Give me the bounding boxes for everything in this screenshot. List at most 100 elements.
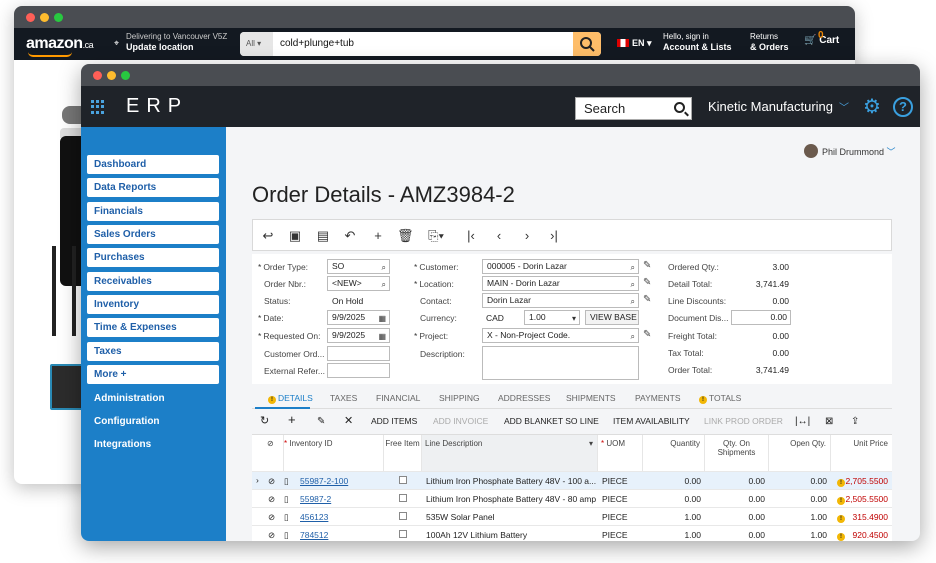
refresh-icon[interactable]: ↻	[260, 414, 269, 427]
tab-details[interactable]: ! DETAILS	[268, 393, 313, 404]
order-type-field[interactable]: SO ⌕	[327, 259, 390, 274]
search-icon[interactable]: ⌕	[382, 261, 386, 273]
tab-shipments[interactable]: SHIPMENTS	[566, 393, 616, 403]
save-icon[interactable]: ▤	[315, 228, 331, 244]
minimize-window-button[interactable]	[107, 71, 116, 80]
previous-record-icon[interactable]: ‹	[491, 228, 507, 244]
delete-icon[interactable]: 🗑	[397, 228, 414, 244]
edit-icon[interactable]: ✎	[643, 294, 651, 305]
tab-taxes[interactable]: TAXES	[330, 393, 357, 403]
add-items-button[interactable]: ADD ITEMS	[371, 416, 417, 426]
add-invoice-button[interactable]: ADD INVOICE	[433, 416, 488, 426]
table-row[interactable]: › ⊘ ▯ 55987-2-100 Lithium Iron Phosphate…	[252, 471, 892, 489]
location-field[interactable]: MAIN - Dorin Lazar ⌕	[482, 276, 639, 291]
view-base-button[interactable]: VIEW BASE	[585, 310, 639, 325]
nav-integrations[interactable]: Integrations	[94, 439, 151, 450]
nav-purchases[interactable]: Purchases	[87, 248, 219, 267]
maximize-window-button[interactable]	[121, 71, 130, 80]
delete-row-icon[interactable]: ✕	[344, 414, 353, 427]
nav-receivables[interactable]: Receivables	[87, 272, 219, 291]
attachment-icon[interactable]: ⊘	[268, 530, 275, 541]
search-icon[interactable]: ⌕	[631, 278, 635, 290]
add-icon[interactable]: +	[370, 228, 386, 244]
column-unit-price[interactable]: Unit Price	[831, 435, 892, 471]
search-icon[interactable]: ⌕	[631, 330, 635, 342]
fit-columns-icon[interactable]: |↔|	[795, 416, 810, 427]
column-line-description[interactable]: Line Description ▾	[422, 435, 598, 471]
inventory-id-link[interactable]: 456123	[300, 512, 328, 522]
table-row[interactable]: ⊘ ▯ 55987-2 Lithium Iron Phosphate Batte…	[252, 489, 892, 507]
contact-field[interactable]: Dorin Lazar ⌕	[482, 293, 639, 308]
language-selector[interactable]: EN ▾	[617, 38, 652, 49]
project-field[interactable]: X - Non-Project Code. ⌕	[482, 328, 639, 343]
date-field[interactable]: 9/9/2025 ▦	[327, 310, 390, 325]
attachment-icon[interactable]: ⊘	[268, 494, 275, 505]
requested-on-field[interactable]: 9/9/2025 ▦	[327, 328, 390, 343]
undo-icon[interactable]: ↶	[342, 228, 358, 244]
edit-icon[interactable]: ✎	[643, 329, 651, 340]
order-nbr-field[interactable]: <NEW> ⌕	[327, 276, 390, 291]
account-menu[interactable]: Hello, sign in Account & Lists	[663, 32, 732, 53]
erp-logo[interactable]: ERP	[126, 95, 188, 118]
edit-icon[interactable]: ✎	[643, 260, 651, 271]
free-item-checkbox[interactable]	[399, 476, 407, 484]
add-row-icon[interactable]: +	[288, 412, 296, 427]
close-window-button[interactable]	[93, 71, 102, 80]
next-record-icon[interactable]: ›	[519, 228, 535, 244]
attachment-icon[interactable]: ⊘	[268, 476, 275, 487]
nav-time-expenses[interactable]: Time & Expenses	[87, 318, 219, 337]
tab-financial[interactable]: FINANCIAL	[376, 393, 420, 403]
user-menu[interactable]: Phil Drummond ﹀	[804, 144, 896, 158]
column-free-item[interactable]: Free Item	[384, 435, 422, 471]
company-selector[interactable]: Kinetic Manufacturing ﹀	[708, 99, 849, 114]
add-blanket-so-line-button[interactable]: ADD BLANKET SO LINE	[504, 416, 599, 426]
note-icon[interactable]: ▯	[284, 494, 289, 505]
nav-data-reports[interactable]: Data Reports	[87, 178, 219, 197]
nav-inventory[interactable]: Inventory	[87, 295, 219, 314]
erp-search-input[interactable]: Search	[575, 97, 692, 120]
description-textarea[interactable]	[482, 346, 639, 380]
column-qty-on-shipments[interactable]: Qty. On Shipments	[705, 435, 769, 471]
update-location-link[interactable]: Update location	[126, 42, 194, 52]
note-icon[interactable]: ▯	[284, 476, 289, 487]
column-open-qty[interactable]: Open Qty.	[769, 435, 831, 471]
tab-addresses[interactable]: ADDRESSES	[498, 393, 550, 403]
calendar-icon[interactable]: ▦	[378, 330, 386, 342]
inventory-id-link[interactable]: 55987-2	[300, 494, 331, 504]
search-button[interactable]	[573, 32, 601, 56]
inventory-id-link[interactable]: 784512	[300, 530, 328, 540]
tab-shipping[interactable]: SHIPPING	[439, 393, 480, 403]
amazon-search-bar[interactable]: All ▾ cold+plunge+tub	[240, 32, 601, 56]
customer-field[interactable]: 000005 - Dorin Lazar ⌕	[482, 259, 639, 274]
external-ref-field[interactable]	[327, 363, 390, 378]
customer-order-field[interactable]	[327, 346, 390, 361]
nav-administration[interactable]: Administration	[94, 393, 165, 404]
free-item-checkbox[interactable]	[399, 512, 407, 520]
search-icon[interactable]: ⌕	[382, 278, 386, 290]
column-inventory-id[interactable]: * Inventory ID	[284, 435, 384, 471]
back-icon[interactable]: ↩	[260, 228, 276, 244]
column-uom[interactable]: * UOM	[598, 435, 643, 471]
edit-icon[interactable]: ✎	[643, 277, 651, 288]
tab-payments[interactable]: PAYMENTS	[635, 393, 681, 403]
expand-row-icon[interactable]: ›	[256, 475, 259, 485]
nav-financials[interactable]: Financials	[87, 202, 219, 221]
currency-rate-field[interactable]: 1.00 ▾	[524, 310, 580, 325]
first-record-icon[interactable]: |‹	[463, 228, 479, 244]
nav-more[interactable]: More +	[87, 365, 219, 384]
column-quantity[interactable]: Quantity	[643, 435, 705, 471]
search-icon[interactable]: ⌕	[631, 261, 635, 273]
gear-icon[interactable]: ⚙	[863, 97, 883, 117]
last-record-icon[interactable]: ›|	[546, 228, 562, 244]
item-availability-button[interactable]: ITEM AVAILABILITY	[613, 416, 690, 426]
close-window-button[interactable]	[26, 13, 35, 22]
returns-orders-link[interactable]: Returns & Orders	[750, 32, 789, 53]
calendar-icon[interactable]: ▦	[378, 312, 386, 324]
maximize-window-button[interactable]	[54, 13, 63, 22]
link-prod-order-button[interactable]: LINK PROD ORDER	[704, 416, 783, 426]
search-scope-dropdown[interactable]: All ▾	[240, 32, 273, 56]
nav-configuration[interactable]: Configuration	[94, 416, 160, 427]
copy-paste-icon[interactable]: ⎘▾	[424, 228, 448, 244]
inventory-id-link[interactable]: 55987-2-100	[300, 476, 348, 486]
search-input[interactable]: cold+plunge+tub	[280, 32, 354, 56]
